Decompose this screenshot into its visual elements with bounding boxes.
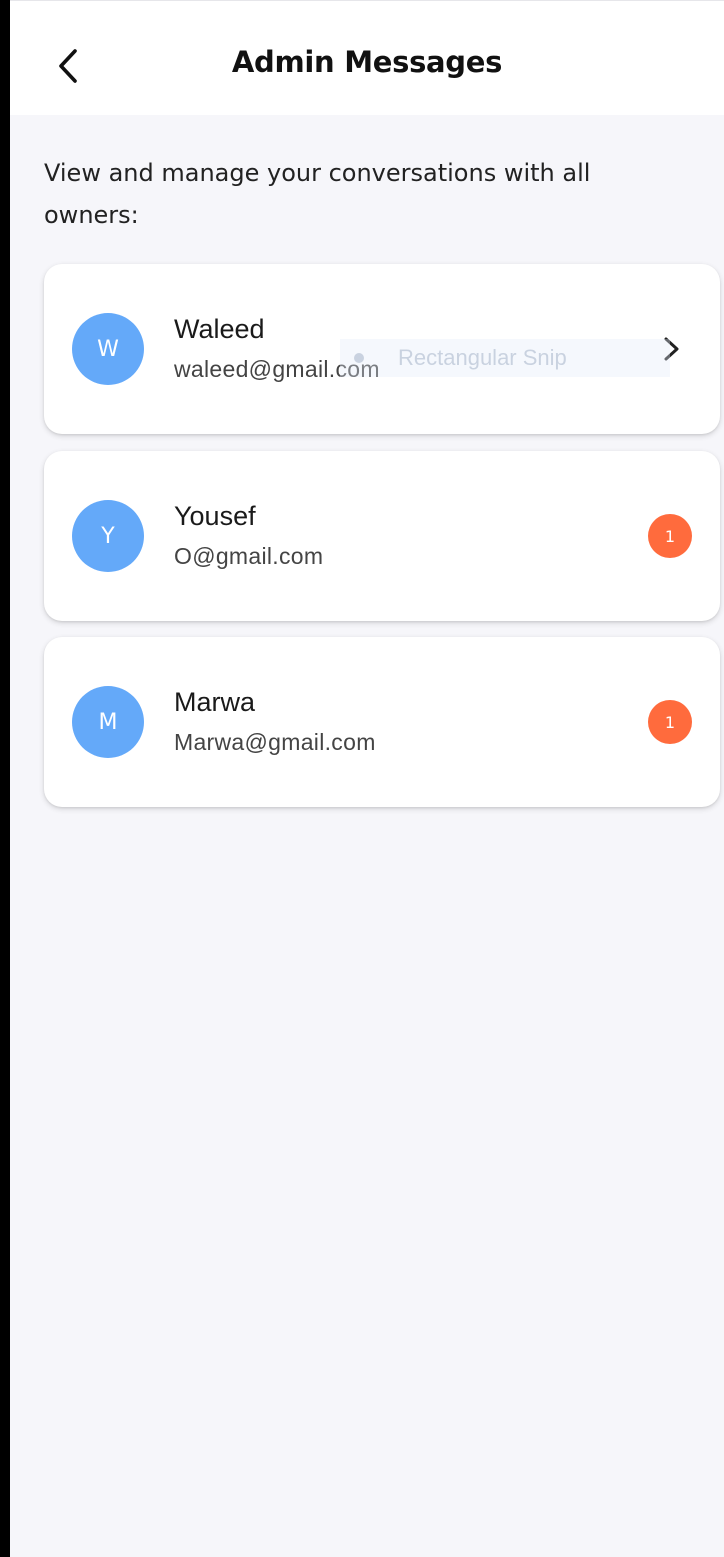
owner-email: Marwa@gmail.com — [174, 729, 376, 755]
owner-name: Marwa — [174, 687, 256, 717]
intro-text: View and manage your conversations with … — [44, 159, 591, 229]
unread-badge: 1 — [648, 514, 692, 558]
owner-card-marwa[interactable]: M Marwa Marwa@gmail.com 1 — [44, 637, 720, 807]
window-edge — [0, 0, 10, 1557]
page-title: Admin Messages — [231, 45, 503, 79]
avatar: Y — [72, 500, 144, 572]
avatar: M — [72, 686, 144, 758]
owner-card-yousef[interactable]: Y Yousef O@gmail.com 1 — [44, 451, 720, 621]
unread-badge: 1 — [648, 700, 692, 744]
screen: Admin Messages View and manage your conv… — [0, 0, 724, 1557]
snip-dot-icon — [354, 353, 364, 363]
app-bar: Admin Messages — [10, 0, 724, 115]
snip-overlay: Rectangular Snip — [340, 339, 670, 377]
owner-name: Waleed — [174, 314, 265, 344]
owner-name: Yousef — [174, 501, 256, 531]
snip-label: Rectangular Snip — [398, 345, 567, 370]
avatar: W — [72, 313, 144, 385]
owner-email: O@gmail.com — [174, 543, 324, 569]
